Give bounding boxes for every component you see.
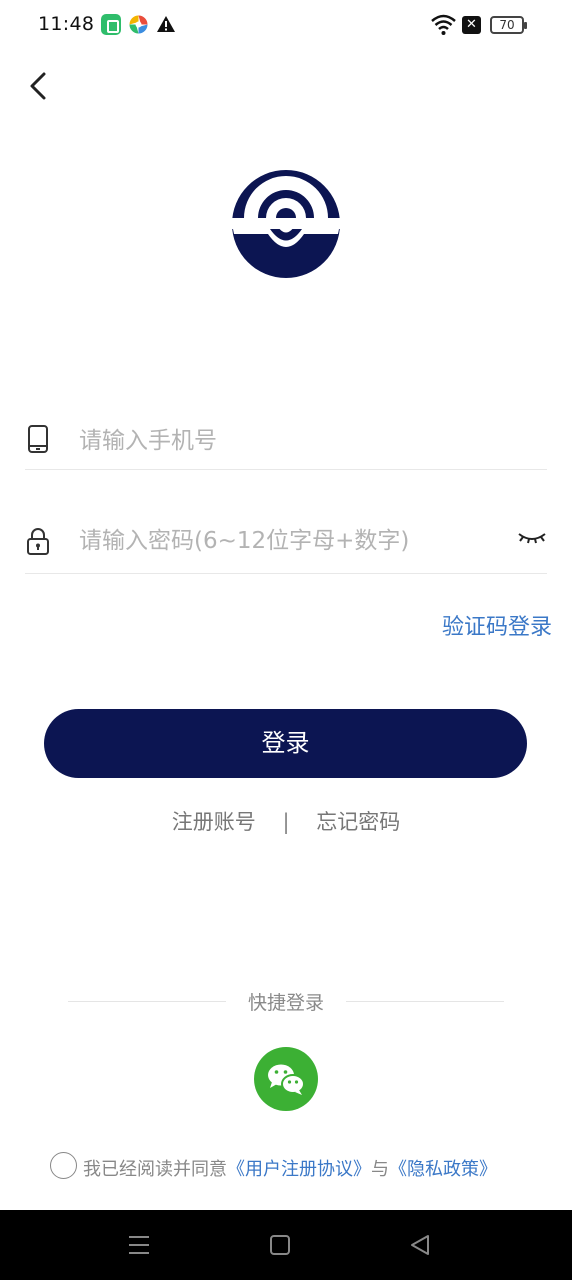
user-agreement-link[interactable]: 《用户注册协议》 — [227, 1159, 371, 1180]
divider-line — [346, 1001, 504, 1002]
wechat-login-button[interactable] — [254, 1047, 318, 1111]
status-bar: 11:48 ✕ 70 — [0, 0, 572, 52]
warning-icon — [156, 14, 176, 34]
account-links: 注册账号 | 忘记密码 — [0, 806, 572, 836]
app-notification-icon — [101, 14, 121, 35]
colorful-app-icon — [128, 14, 149, 35]
agreement-text: 我已经阅读并同意《用户注册协议》与《隐私政策》 — [83, 1155, 497, 1181]
agreement-prefix: 我已经阅读并同意 — [83, 1159, 227, 1180]
phone-field-row — [25, 410, 547, 470]
wifi-icon — [431, 14, 456, 36]
forgot-password-link[interactable]: 忘记密码 — [316, 806, 400, 836]
system-nav-bar — [0, 1210, 572, 1280]
no-sim-icon: ✕ — [462, 16, 481, 34]
agreement-row: 我已经阅读并同意《用户注册协议》与《隐私政策》 — [50, 1152, 550, 1180]
menu-icon[interactable] — [127, 1234, 151, 1256]
battery-icon: 70 — [490, 16, 527, 34]
agreement-conjunction: 与 — [371, 1159, 389, 1180]
phone-input[interactable] — [79, 424, 509, 458]
password-input[interactable] — [79, 524, 509, 558]
home-icon[interactable] — [268, 1234, 292, 1256]
sms-login-link[interactable]: 验证码登录 — [442, 609, 552, 641]
agree-checkbox[interactable] — [50, 1152, 77, 1179]
brand-logo — [230, 168, 342, 280]
back-button[interactable] — [22, 66, 58, 106]
chevron-left-icon — [30, 72, 46, 100]
status-time: 11:48 — [38, 13, 95, 35]
phone-icon — [25, 424, 51, 454]
quick-login-section: 快捷登录 — [0, 988, 572, 1014]
eye-closed-icon[interactable] — [517, 528, 547, 548]
register-link[interactable]: 注册账号 — [172, 806, 256, 836]
nav-back-icon[interactable] — [408, 1234, 432, 1256]
wechat-icon — [268, 1064, 305, 1095]
login-button[interactable]: 登录 — [44, 709, 527, 778]
link-divider: | — [282, 810, 290, 834]
privacy-policy-link[interactable]: 《隐私政策》 — [389, 1159, 497, 1180]
password-field-row — [25, 508, 547, 574]
lock-icon — [25, 526, 51, 556]
